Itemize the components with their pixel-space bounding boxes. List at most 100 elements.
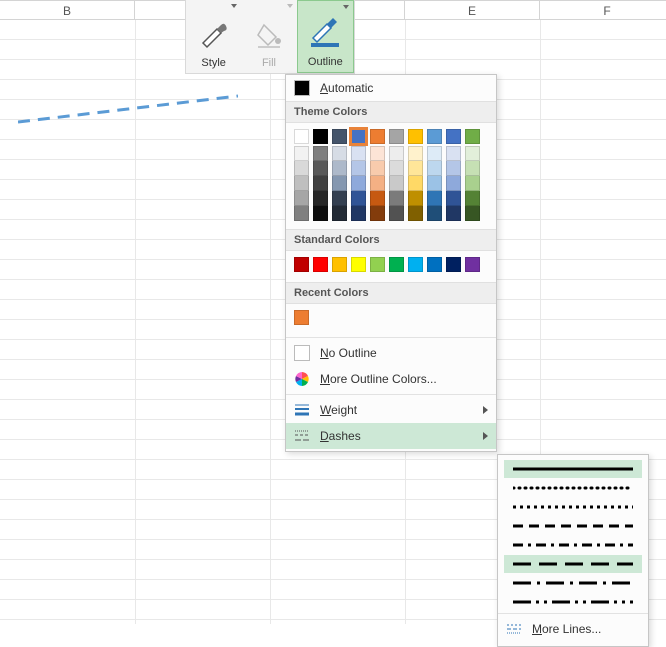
dash-option-round-dot[interactable]	[504, 479, 642, 497]
color-swatch[interactable]	[465, 206, 480, 221]
no-outline-item[interactable]: No Outline	[286, 340, 496, 366]
standard-colors-header: Standard Colors	[286, 229, 496, 251]
outline-icon	[306, 13, 344, 53]
more-outline-colors-item[interactable]: More Outline Colors...	[286, 366, 496, 392]
color-swatch[interactable]	[389, 176, 404, 191]
color-swatch[interactable]	[294, 310, 309, 325]
outline-button[interactable]: Outline	[297, 0, 354, 73]
color-swatch[interactable]	[389, 146, 404, 161]
color-swatch[interactable]	[389, 206, 404, 221]
color-swatch[interactable]	[313, 206, 328, 221]
dashes-item[interactable]: Dashes	[286, 423, 496, 449]
dashes-icon	[294, 428, 310, 444]
color-swatch[interactable]	[427, 161, 442, 176]
color-swatch[interactable]	[465, 257, 480, 272]
color-swatch[interactable]	[446, 206, 461, 221]
weight-item[interactable]: Weight	[286, 397, 496, 423]
color-swatch[interactable]	[351, 176, 366, 191]
dash-option-long-dash-dot-dot[interactable]	[504, 593, 642, 611]
color-swatch[interactable]	[389, 161, 404, 176]
color-swatch[interactable]	[294, 161, 309, 176]
dash-option-long-dash-dot[interactable]	[504, 574, 642, 592]
recent-colors-header: Recent Colors	[286, 282, 496, 304]
color-swatch[interactable]	[313, 146, 328, 161]
color-swatch[interactable]	[446, 191, 461, 206]
color-swatch[interactable]	[294, 191, 309, 206]
color-swatch[interactable]	[446, 129, 461, 144]
color-swatch[interactable]	[427, 146, 442, 161]
color-swatch[interactable]	[446, 176, 461, 191]
color-swatch[interactable]	[351, 206, 366, 221]
color-swatch[interactable]	[332, 176, 347, 191]
color-swatch[interactable]	[351, 161, 366, 176]
color-swatch[interactable]	[313, 176, 328, 191]
color-swatch[interactable]	[427, 257, 442, 272]
color-swatch[interactable]	[427, 206, 442, 221]
color-swatch[interactable]	[408, 206, 423, 221]
color-swatch[interactable]	[370, 146, 385, 161]
color-swatch[interactable]	[370, 176, 385, 191]
color-swatch[interactable]	[389, 257, 404, 272]
color-swatch[interactable]	[294, 129, 309, 144]
column-header-b[interactable]: B	[0, 0, 135, 20]
color-swatch[interactable]	[332, 206, 347, 221]
standard-colors-palette	[286, 251, 496, 282]
color-swatch[interactable]	[313, 129, 328, 144]
color-swatch[interactable]	[370, 161, 385, 176]
color-swatch[interactable]	[408, 176, 423, 191]
color-swatch[interactable]	[465, 129, 480, 144]
color-swatch[interactable]	[465, 176, 480, 191]
color-swatch[interactable]	[408, 257, 423, 272]
color-swatch[interactable]	[408, 146, 423, 161]
dash-option-square-dot[interactable]	[504, 498, 642, 516]
color-swatch[interactable]	[332, 191, 347, 206]
color-swatch[interactable]	[351, 191, 366, 206]
color-swatch[interactable]	[408, 161, 423, 176]
color-swatch[interactable]	[465, 191, 480, 206]
weight-icon	[294, 402, 310, 418]
automatic-item[interactable]: Automatic	[286, 75, 496, 101]
dash-option-long-dash[interactable]	[504, 555, 642, 573]
color-swatch[interactable]	[465, 146, 480, 161]
color-swatch[interactable]	[313, 191, 328, 206]
column-header-f[interactable]: F	[540, 0, 666, 20]
color-swatch[interactable]	[370, 191, 385, 206]
color-swatch[interactable]	[294, 176, 309, 191]
color-swatch[interactable]	[465, 161, 480, 176]
color-swatch[interactable]	[408, 191, 423, 206]
color-swatch[interactable]	[351, 257, 366, 272]
color-swatch[interactable]	[389, 191, 404, 206]
style-button[interactable]: Style	[186, 0, 241, 73]
color-swatch[interactable]	[408, 129, 423, 144]
color-swatch[interactable]	[370, 206, 385, 221]
color-swatch[interactable]	[294, 146, 309, 161]
dash-option-dash-dot[interactable]	[504, 536, 642, 554]
color-swatch[interactable]	[427, 191, 442, 206]
submenu-arrow-icon	[483, 406, 488, 414]
color-swatch[interactable]	[446, 146, 461, 161]
color-swatch[interactable]	[332, 161, 347, 176]
color-swatch[interactable]	[332, 146, 347, 161]
color-swatch[interactable]	[427, 129, 442, 144]
fill-button: Fill	[241, 0, 296, 73]
dash-option-dash[interactable]	[504, 517, 642, 535]
color-swatch[interactable]	[427, 176, 442, 191]
color-swatch[interactable]	[332, 129, 347, 144]
column-header-e[interactable]: E	[405, 0, 540, 20]
more-lines-item[interactable]: More Lines...	[498, 616, 648, 642]
color-swatch[interactable]	[389, 129, 404, 144]
color-swatch[interactable]	[313, 257, 328, 272]
color-swatch[interactable]	[351, 129, 366, 144]
color-swatch[interactable]	[313, 161, 328, 176]
dash-option-solid[interactable]	[504, 460, 642, 478]
color-swatch[interactable]	[294, 257, 309, 272]
color-swatch[interactable]	[446, 161, 461, 176]
theme-colors-header: Theme Colors	[286, 101, 496, 123]
color-wheel-icon	[294, 371, 310, 387]
color-swatch[interactable]	[351, 146, 366, 161]
color-swatch[interactable]	[370, 129, 385, 144]
color-swatch[interactable]	[370, 257, 385, 272]
color-swatch[interactable]	[446, 257, 461, 272]
color-swatch[interactable]	[332, 257, 347, 272]
color-swatch[interactable]	[294, 206, 309, 221]
